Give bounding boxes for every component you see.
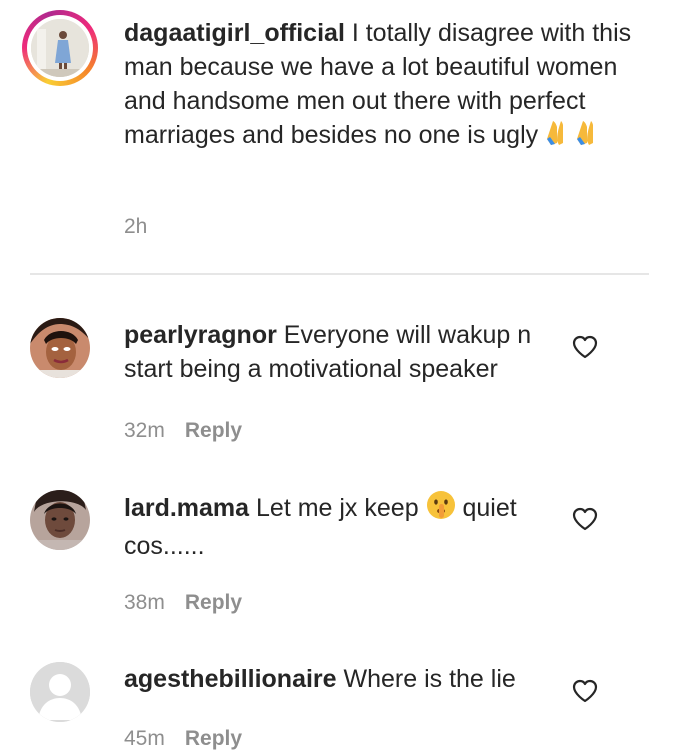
avatar[interactable] bbox=[30, 662, 90, 722]
reply-button[interactable]: Reply bbox=[185, 727, 242, 750]
divider bbox=[30, 273, 649, 275]
reply-button[interactable]: Reply bbox=[185, 591, 242, 614]
comment-username[interactable]: pearlyragnor bbox=[124, 321, 277, 349]
avatar[interactable] bbox=[30, 318, 90, 378]
comment-body: Let me jx keep bbox=[249, 494, 426, 522]
reply-text: agesthebillionaire Where is the lie bbox=[124, 662, 554, 696]
reply-text: pearlyragnor Everyone will wakup n start… bbox=[124, 318, 554, 386]
shushing-face-emoji-icon bbox=[426, 490, 456, 529]
avatar[interactable] bbox=[30, 490, 90, 550]
main-comment-text: dagaatigirl_official I totally disagree … bbox=[124, 16, 634, 156]
folded-hands-emoji-icon bbox=[545, 119, 575, 156]
reply-button[interactable]: Reply bbox=[185, 419, 242, 442]
comment-meta: 45m Reply bbox=[124, 726, 242, 752]
heart-outline-icon[interactable] bbox=[572, 335, 598, 359]
comment-meta: 32m Reply bbox=[124, 418, 242, 444]
comment-timestamp: 32m bbox=[124, 419, 165, 442]
folded-hands-emoji-icon bbox=[575, 119, 605, 156]
comment-timestamp: 2h bbox=[124, 215, 148, 238]
comment-meta: 2h bbox=[124, 214, 147, 240]
main-comment: dagaatigirl_official I totally disagree … bbox=[0, 0, 675, 272]
comment-timestamp: 38m bbox=[124, 591, 165, 614]
comment-username[interactable]: lard.mama bbox=[124, 494, 249, 522]
story-ring[interactable] bbox=[22, 10, 98, 86]
heart-outline-icon[interactable] bbox=[572, 679, 598, 703]
comment-username[interactable]: dagaatigirl_official bbox=[124, 19, 345, 47]
comment-username[interactable]: agesthebillionaire bbox=[124, 665, 337, 693]
comment-meta: 38m Reply bbox=[124, 590, 242, 616]
reply-text: lard.mama Let me jx keep quiet cos...... bbox=[124, 490, 554, 563]
comment-body: Where is the lie bbox=[336, 665, 516, 693]
heart-outline-icon[interactable] bbox=[572, 507, 598, 531]
avatar[interactable] bbox=[31, 19, 89, 77]
comment-timestamp: 45m bbox=[124, 727, 165, 750]
